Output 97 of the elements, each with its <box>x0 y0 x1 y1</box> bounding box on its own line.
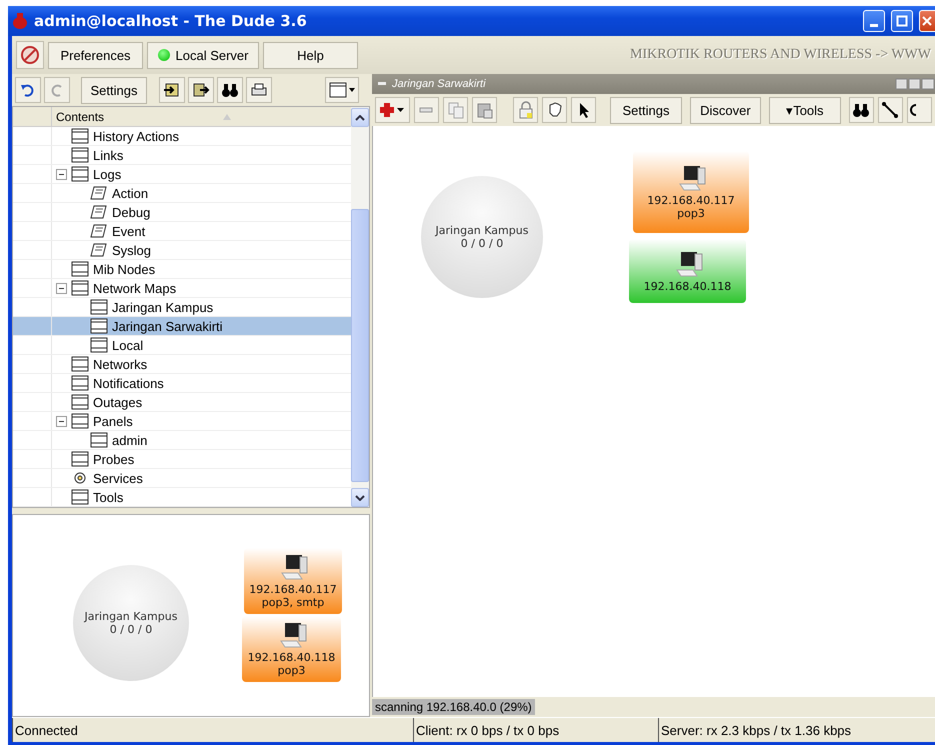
log-icon <box>90 223 108 239</box>
settings-button[interactable]: Settings <box>81 76 147 104</box>
device-node[interactable]: 192.168.40.118 <box>629 239 746 303</box>
node-stats: 0 / 0 / 0 <box>110 623 152 636</box>
table-icon <box>71 451 89 467</box>
node-ip: 192.168.40.118 <box>248 651 336 664</box>
banner-text: MIKROTIK ROUTERS AND WIRELESS -> WWW <box>630 47 931 63</box>
table-icon <box>71 489 89 505</box>
panel-title: Jaringan Sarwakirti <box>392 78 486 90</box>
node-label: Jaringan Kampus <box>84 610 178 623</box>
undo-icon[interactable] <box>15 77 41 103</box>
scan-status: scanning 192.168.40.0 (29%) <box>372 699 535 715</box>
paste-icon[interactable] <box>472 97 498 123</box>
node-ip: 192.168.40.117 <box>249 583 337 596</box>
window-title: admin@localhost - The Dude 3.6 <box>34 12 308 30</box>
table-icon <box>71 394 89 410</box>
table-icon <box>71 356 89 372</box>
toolbar-button[interactable]: ▾Tools <box>769 96 841 124</box>
tree-item[interactable]: Action <box>13 184 351 203</box>
minimize-button[interactable] <box>863 10 885 32</box>
tree-item[interactable]: admin <box>13 431 351 450</box>
scrollbar[interactable] <box>351 107 369 507</box>
table-icon <box>71 128 89 144</box>
node-services: pop3 <box>278 664 306 677</box>
tree-item[interactable]: Links <box>13 146 351 165</box>
scroll-down-icon[interactable] <box>355 494 365 500</box>
add-button[interactable] <box>375 97 410 123</box>
toolbar-button[interactable]: Discover <box>690 96 762 124</box>
table-icon <box>71 375 89 391</box>
table-icon <box>90 299 108 315</box>
tree-item[interactable]: Outages <box>13 393 351 412</box>
table-icon <box>71 166 89 182</box>
layout-icon[interactable] <box>895 77 935 91</box>
tree-item[interactable]: Notifications <box>13 374 351 393</box>
collapse-icon[interactable] <box>56 416 67 426</box>
collapse-icon[interactable] <box>56 168 67 180</box>
collapse-icon[interactable] <box>56 282 67 294</box>
node-services: pop3, smtp <box>262 596 324 609</box>
sort-icon <box>223 114 231 120</box>
tree-item[interactable]: Event <box>13 222 351 241</box>
table-icon <box>90 318 108 334</box>
status-text: Connected <box>12 718 413 742</box>
log-icon <box>90 204 108 220</box>
menu-button[interactable]: Help <box>263 42 358 68</box>
table-icon <box>71 280 89 296</box>
log-icon <box>90 185 108 201</box>
device-node[interactable]: 192.168.40.118 pop3 <box>242 616 341 682</box>
node-label: Jaringan Kampus <box>436 224 528 237</box>
node-ip: 192.168.40.117 <box>647 194 735 207</box>
toolbar-button[interactable]: Settings <box>610 96 682 124</box>
device-node[interactable]: 192.168.40.117 pop3 <box>633 151 749 233</box>
maximize-button[interactable] <box>891 10 913 32</box>
close-button[interactable] <box>919 10 935 32</box>
node-ip: 192.168.40.118 <box>644 280 732 292</box>
node-services: pop3 <box>677 207 705 220</box>
tree-item[interactable]: Logs <box>13 165 351 184</box>
tree-item[interactable]: Probes <box>13 450 351 469</box>
table-icon <box>71 413 89 429</box>
close-icon <box>922 16 932 26</box>
tree-item[interactable]: Syslog <box>13 241 351 260</box>
layout-dropdown[interactable] <box>325 77 359 103</box>
table-icon <box>90 337 108 353</box>
log-icon <box>90 242 108 258</box>
server-button[interactable]: Local Server <box>147 42 259 68</box>
logo-button[interactable] <box>16 41 44 69</box>
status-text: Client: rx 0 bps / tx 0 bps <box>413 718 658 742</box>
tree-item[interactable]: History Actions <box>13 127 351 146</box>
tree-item[interactable]: Mib Nodes <box>13 260 351 279</box>
table-icon <box>71 261 89 277</box>
tree-item[interactable]: Local <box>13 336 351 355</box>
tab-icon <box>378 82 386 86</box>
tree-item[interactable]: Jaringan Sarwakirti <box>13 317 351 336</box>
binoculars-icon[interactable] <box>217 77 243 103</box>
table-icon <box>71 147 89 163</box>
minimize-icon <box>870 24 878 26</box>
table-icon <box>90 432 108 448</box>
status-text: Server: rx 2.3 kbps / tx 1.36 kbps <box>658 718 931 742</box>
printer-icon[interactable] <box>246 77 272 103</box>
tree-item[interactable]: Services <box>13 469 351 488</box>
node-stats: 0 / 0 / 0 <box>460 237 504 250</box>
menu-button[interactable]: Preferences <box>48 42 143 68</box>
network-node[interactable]: Jaringan Kampus 0 / 0 / 0 <box>421 176 543 298</box>
scroll-up-icon[interactable] <box>355 114 365 120</box>
tree-item[interactable]: Debug <box>13 203 351 222</box>
device-node[interactable]: 192.168.40.117 pop3, smtp <box>244 548 342 614</box>
pointer-icon[interactable] <box>571 97 596 123</box>
maximize-icon <box>896 15 908 27</box>
export-icon[interactable] <box>188 77 214 103</box>
tree-item[interactable]: Networks <box>13 355 351 374</box>
network-node[interactable]: Jaringan Kampus 0 / 0 / 0 <box>73 565 189 681</box>
binoculars-icon[interactable] <box>848 97 874 123</box>
tree-item[interactable]: Panels <box>13 412 351 431</box>
app-icon <box>12 12 28 30</box>
plus-icon <box>378 101 406 119</box>
tree-item[interactable]: Network Maps <box>13 279 351 298</box>
tree-item[interactable]: Tools <box>13 488 351 507</box>
import-icon[interactable] <box>159 77 185 103</box>
